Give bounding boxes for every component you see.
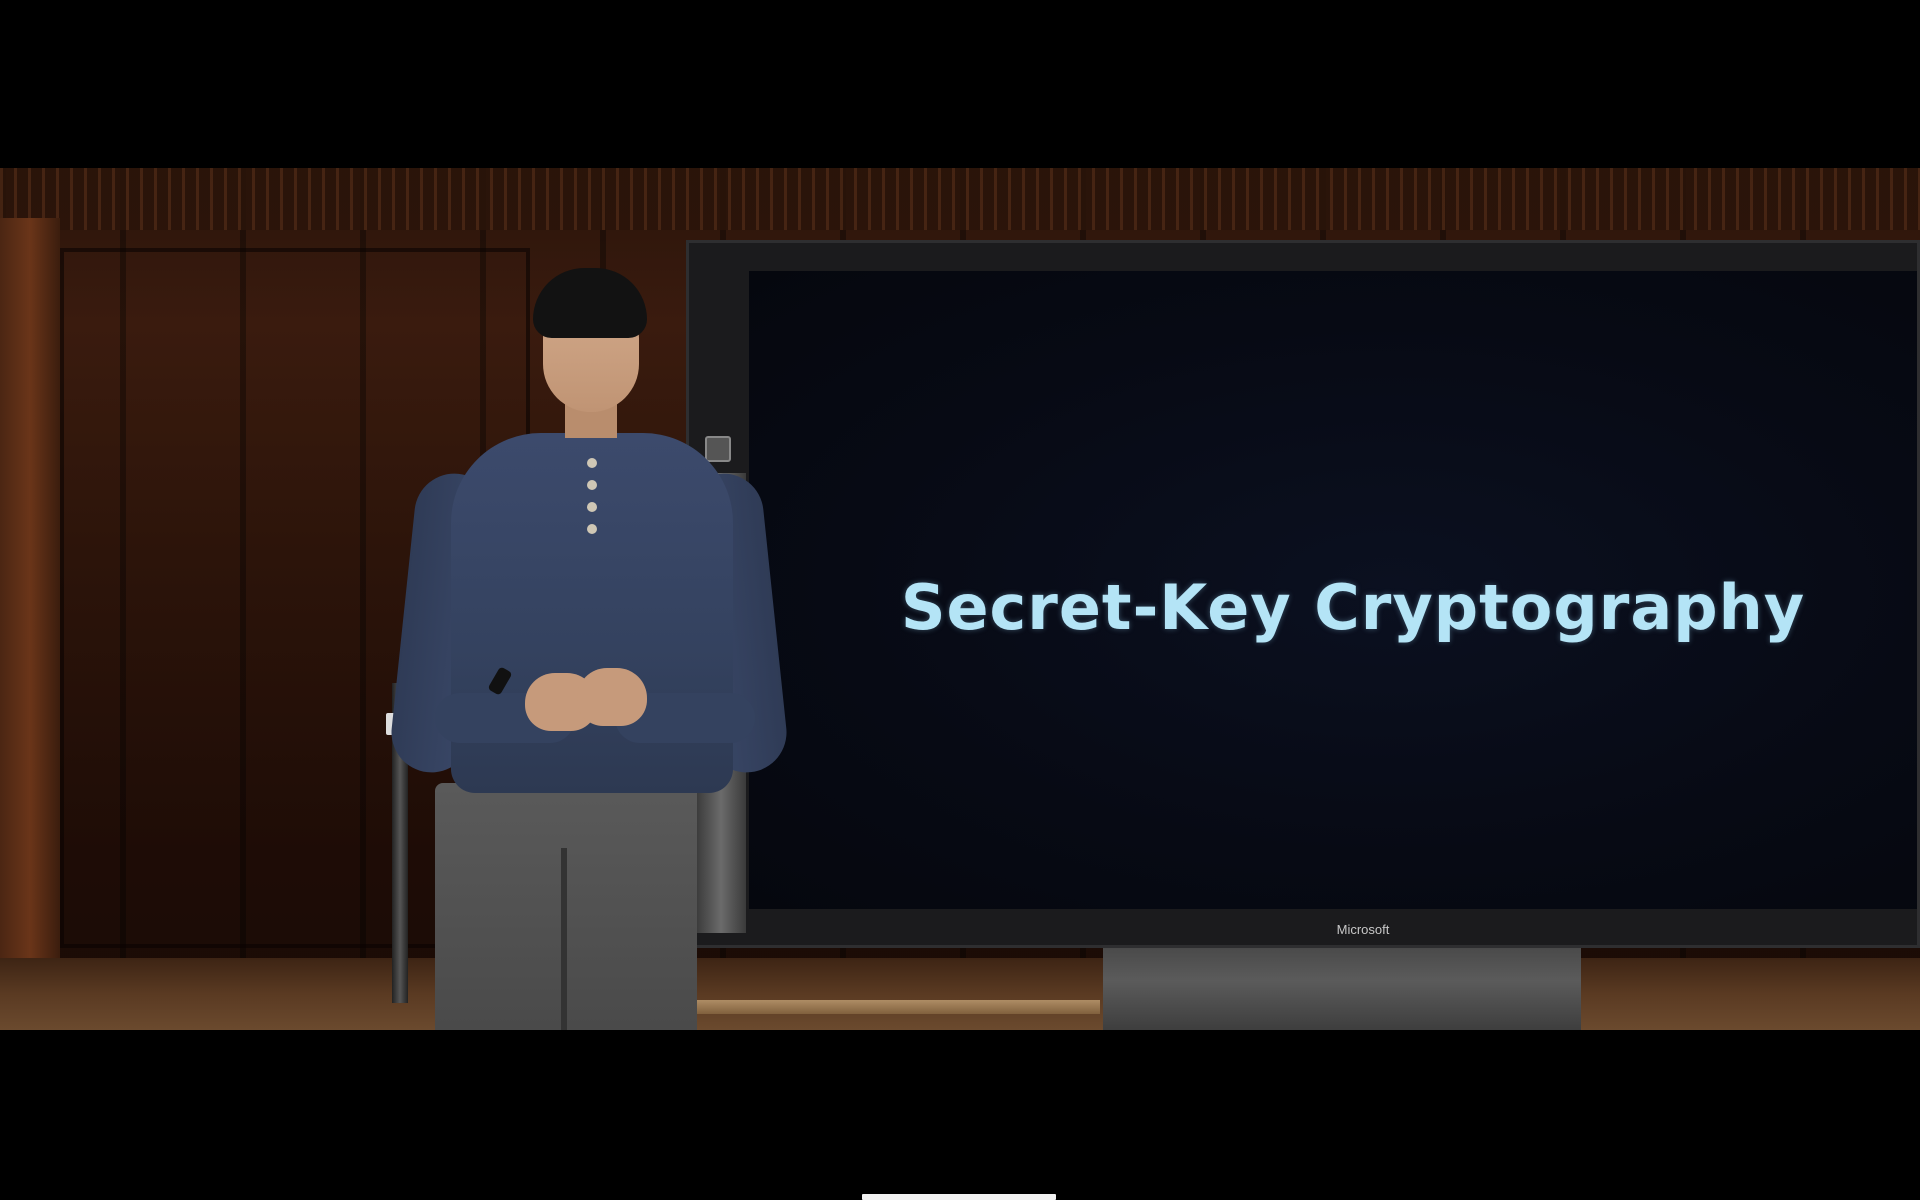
shirt-button <box>587 524 597 534</box>
slide: Secret-Key Cryptography <box>749 271 1917 909</box>
presenter-hand-right <box>577 668 647 726</box>
video-player[interactable]: Secret-Key Cryptography Microsoft <box>0 0 1920 1200</box>
wall-top-band <box>0 168 1920 230</box>
video-frame[interactable]: Secret-Key Cryptography Microsoft <box>0 168 1920 1030</box>
stage-floor <box>0 958 1920 1030</box>
display-brand-logo: Microsoft <box>1336 922 1390 937</box>
shirt-button <box>587 502 597 512</box>
shirt-button <box>587 458 597 468</box>
progress-bar[interactable] <box>862 1194 1056 1200</box>
shirt-button <box>587 480 597 490</box>
display-stand <box>1103 948 1581 1030</box>
display-screen: Secret-Key Cryptography Microsoft <box>686 240 1920 948</box>
presenter-pants-seam <box>561 848 567 1030</box>
slide-title: Secret-Key Cryptography <box>900 571 1806 644</box>
wooden-column <box>0 218 60 978</box>
presenter <box>387 268 791 1030</box>
presenter-hair <box>533 268 647 338</box>
